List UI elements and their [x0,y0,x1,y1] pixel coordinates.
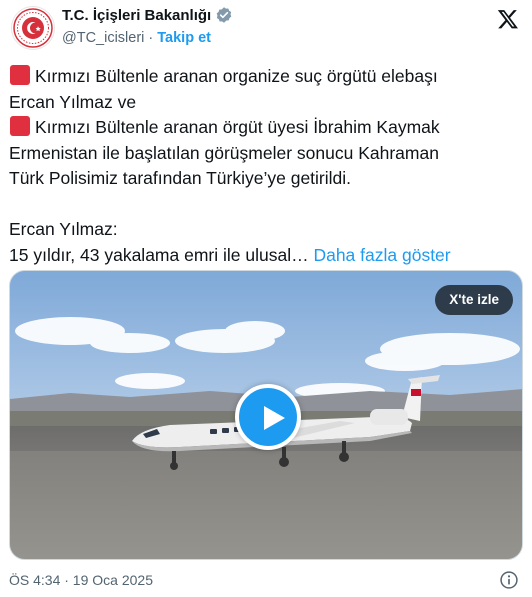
tweet-line: Kırmızı Bültenle aranan organize suç örg… [9,64,519,90]
account-handle[interactable]: @TC_icisleri [62,30,144,46]
tweet-line-text: Kırmızı Bültenle aranan örgüt üyesi İbra… [35,117,440,137]
follow-button[interactable]: Takip et [157,30,211,46]
play-button[interactable] [235,384,301,450]
video-player[interactable]: X'te izle [9,270,523,560]
tweet-line-text: Ermenistan ile başlatılan görüşmeler son… [9,142,439,163]
red-square-icon [10,116,30,136]
tweet-line-text: 15 yıldır, 43 yakalama emri ile ulusal… [9,244,309,265]
tweet-line-text: Kırmızı Bültenle aranan organize suç örg… [35,66,438,86]
tweet-line-text: Ercan Yılmaz ve [9,91,137,112]
tweet-text: Kırmızı Bültenle aranan organize suç örg… [9,64,519,268]
x-logo-icon[interactable] [497,8,519,30]
handle-row: @TC_icisleri · Takip et [62,30,211,46]
tweet-header: T.C. İçişleri Bakanlığı @TC_icisleri · T… [0,0,532,56]
red-square-icon [10,65,30,85]
info-icon[interactable] [499,570,519,590]
verified-badge-icon [215,6,233,24]
separator-dot: · [148,30,154,46]
tweet-line-text: Türk Polisimiz tarafından Türkiye’ye get… [9,168,352,188]
tweet-line: Ermenistan ile başlatılan görüşmeler son… [9,141,519,167]
tweet-line: Ercan Yılmaz ve [9,90,519,116]
tweet-line-text: Ercan Yılmaz: [9,219,118,239]
ministry-seal-icon[interactable] [11,6,55,50]
tweet-line: Ercan Yılmaz: [9,217,519,243]
display-name[interactable]: T.C. İçişleri Bakanlığı [62,7,211,24]
play-icon [264,406,285,430]
show-more-link[interactable]: Daha fazla göster [313,245,450,265]
watch-on-x-button[interactable]: X'te izle [435,285,513,315]
tweet-line: Türk Polisimiz tarafından Türkiye’ye get… [9,166,519,192]
tweet-timestamp[interactable]: ÖS 4:34 · 19 Oca 2025 [9,572,153,588]
tweet-line: 15 yıldır, 43 yakalama emri ile ulusal… … [9,243,519,269]
tweet-line: Kırmızı Bültenle aranan örgüt üyesi İbra… [9,115,519,141]
